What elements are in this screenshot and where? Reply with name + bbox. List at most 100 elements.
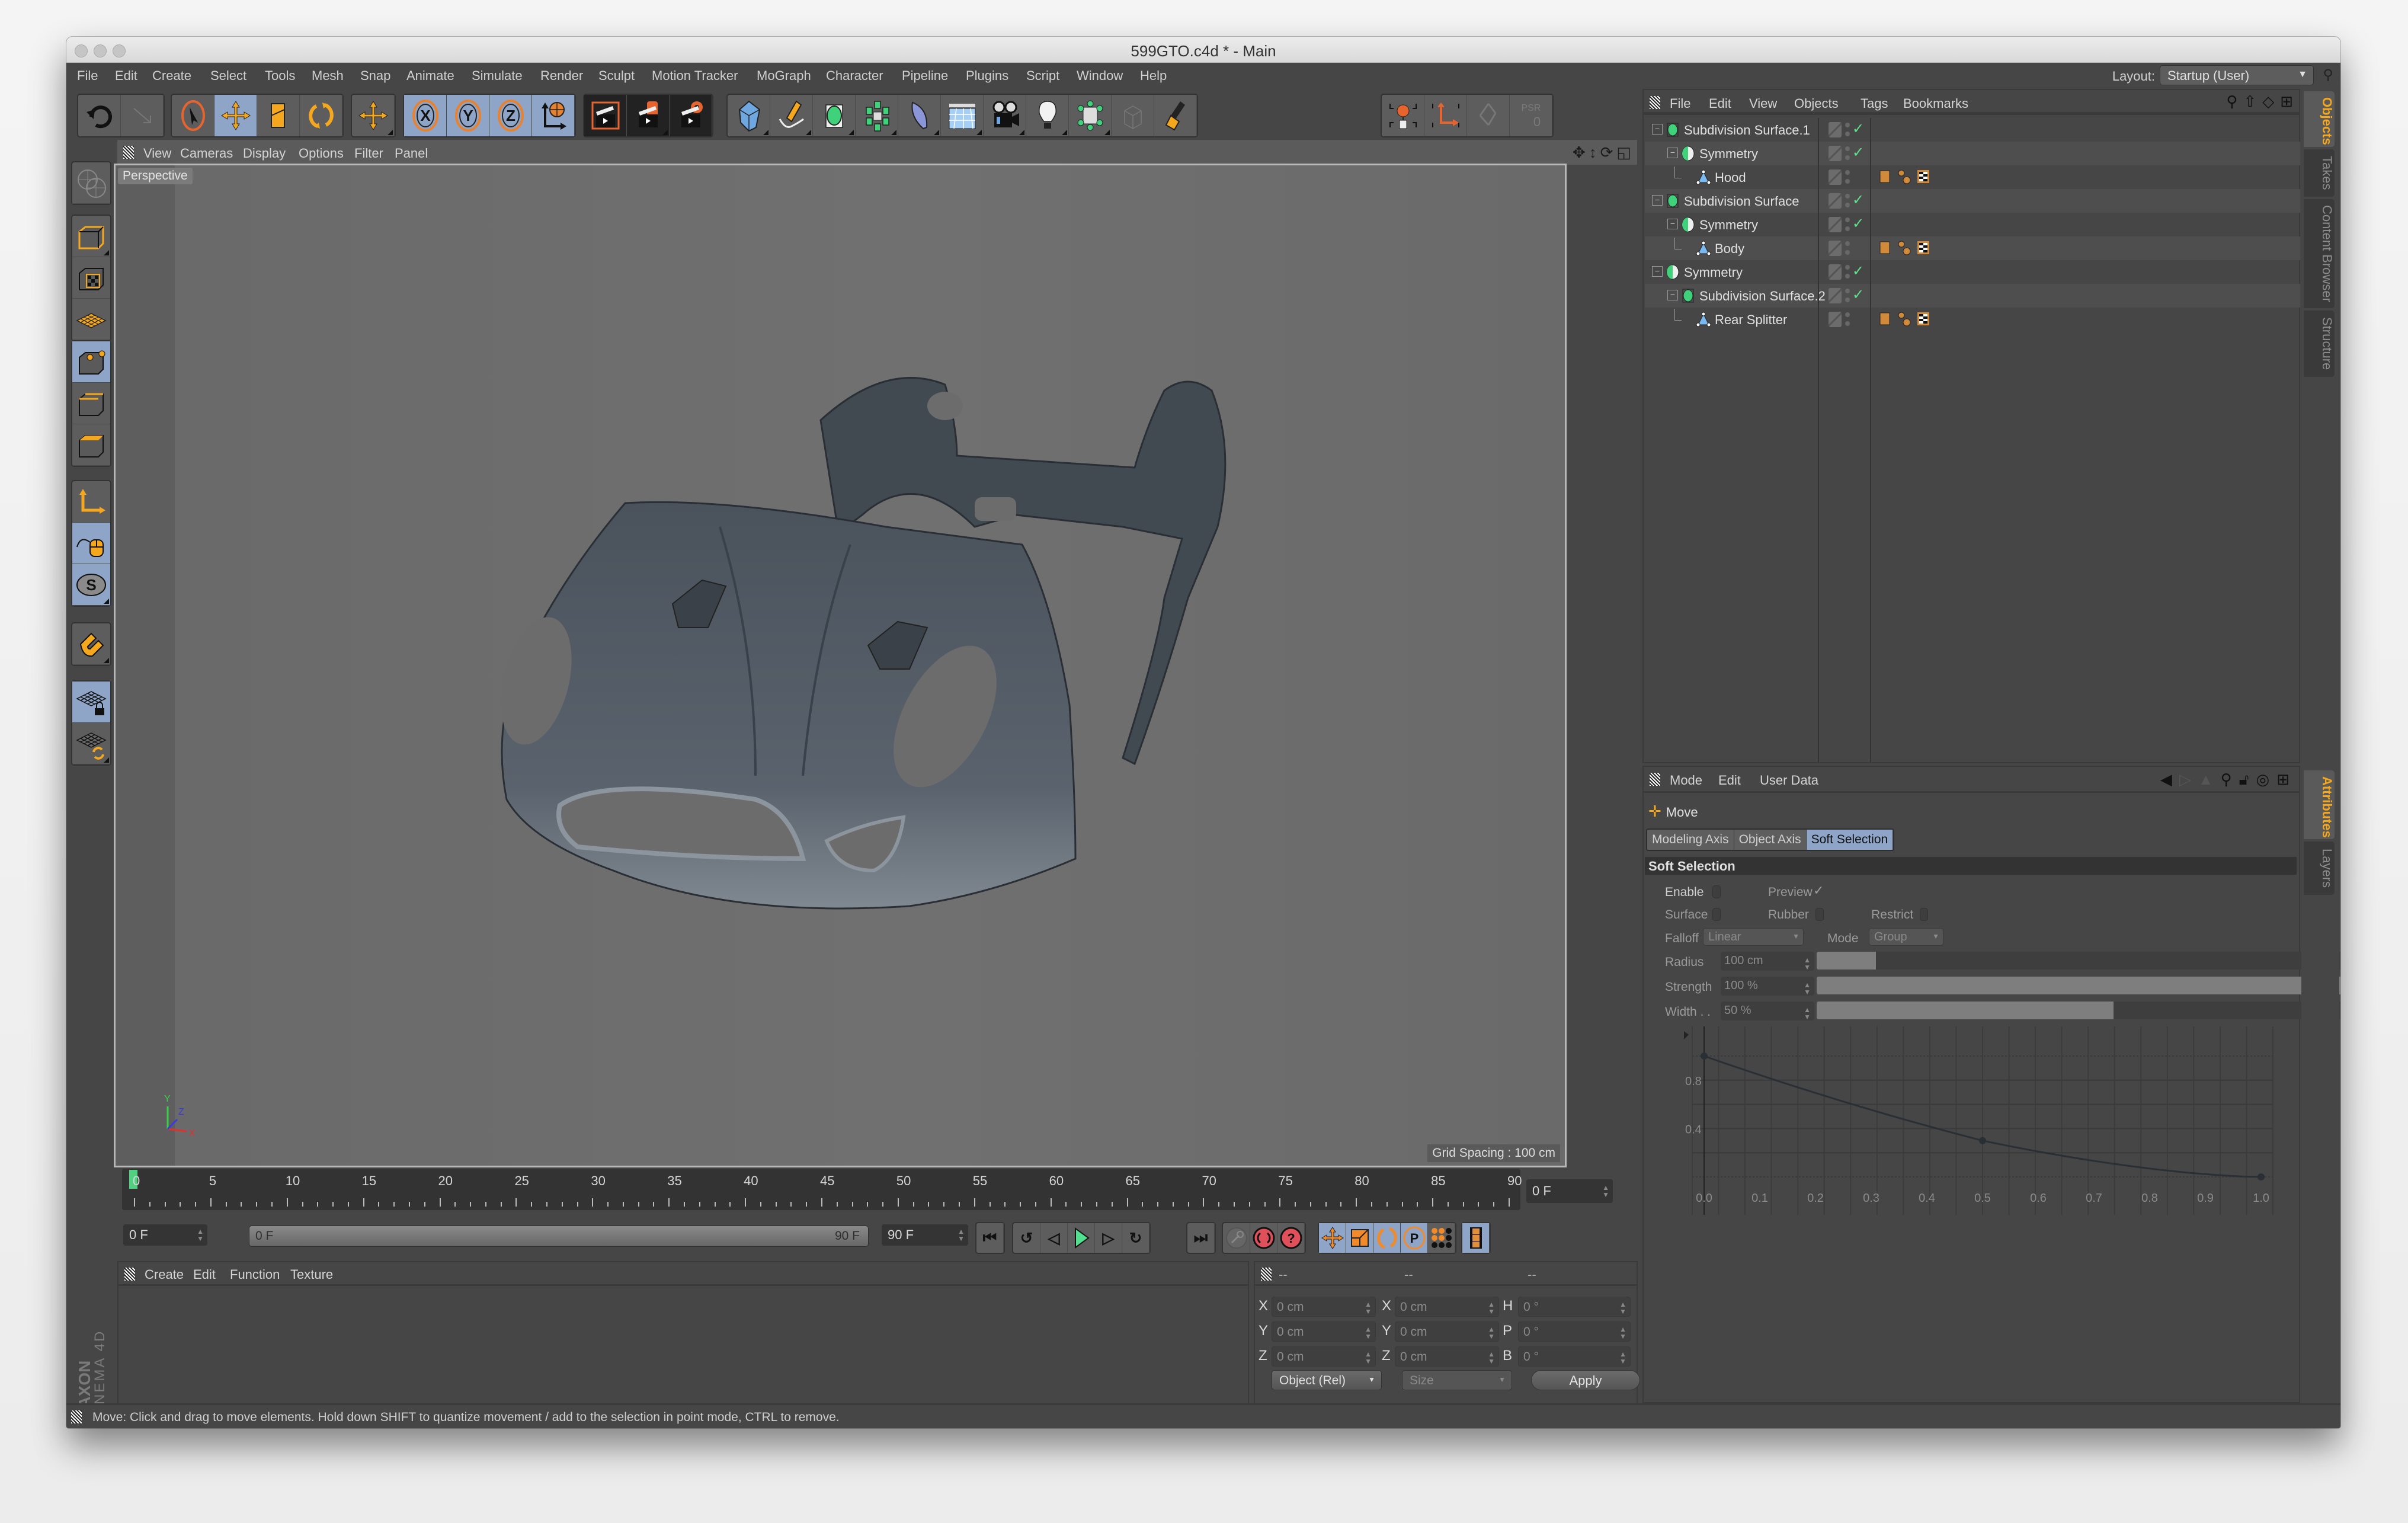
parameter-track-button[interactable]: P <box>1401 1223 1428 1253</box>
object-menu-objects[interactable]: Objects <box>1794 96 1839 111</box>
phong-tag-icon[interactable] <box>1878 311 1893 327</box>
material-menu-create[interactable]: Create <box>145 1267 184 1282</box>
toggle-view-icon[interactable]: ◱ <box>1616 143 1631 161</box>
psr-button[interactable]: PSR 0 <box>1510 95 1552 136</box>
enable-axis-button[interactable] <box>1382 95 1424 136</box>
mograph-button[interactable] <box>1069 95 1112 136</box>
enabled-check-icon[interactable]: ✓ <box>1852 144 1864 161</box>
material-tag-icon[interactable] <box>1916 311 1930 327</box>
cube-button[interactable] <box>728 95 770 136</box>
panel-grip-icon[interactable] <box>123 146 134 159</box>
forward-arrow-icon[interactable]: ▷ <box>2179 770 2191 789</box>
falloff-select[interactable]: Linear ▼ <box>1703 928 1804 946</box>
selection-tag-icon[interactable] <box>1897 239 1911 256</box>
visibility-dots-icon[interactable] <box>1845 287 1850 305</box>
object-name[interactable]: Symmetry <box>1699 146 1758 162</box>
collapse-toggle-icon[interactable]: − <box>1667 290 1678 300</box>
layer-icon[interactable] <box>1829 312 1842 327</box>
visibility-dots-icon[interactable] <box>1845 311 1850 328</box>
tab-soft-selection[interactable]: Soft Selection <box>1806 830 1894 850</box>
light-button[interactable] <box>1026 95 1069 136</box>
new-panel-icon[interactable]: ⊞ <box>2280 92 2293 111</box>
z-axis-lock-button[interactable]: Z <box>489 95 532 136</box>
menu-animate[interactable]: Animate <box>406 68 454 84</box>
pen-button[interactable] <box>770 95 813 136</box>
apply-button[interactable]: Apply <box>1531 1370 1640 1390</box>
visibility-dots-icon[interactable] <box>1845 192 1850 210</box>
restrict-checkbox[interactable] <box>1920 908 1928 921</box>
next-frame-button[interactable]: ▷ <box>1095 1223 1122 1253</box>
width-slider[interactable] <box>1817 1002 2340 1019</box>
material-list-area[interactable] <box>119 1288 1248 1404</box>
object-name[interactable]: Hood <box>1715 170 1746 185</box>
object-name[interactable]: Symmetry <box>1684 265 1743 280</box>
visibility-dots-icon[interactable] <box>1845 216 1850 233</box>
stepper-icon[interactable]: ▲ ▼ <box>1602 1184 1609 1198</box>
viewport-menu-options[interactable]: Options <box>299 146 344 161</box>
coordinate-system-button[interactable] <box>532 95 575 136</box>
rotation-field[interactable]: 0 ° ▲ ▼ <box>1518 1322 1631 1342</box>
object-menu-view[interactable]: View <box>1749 96 1777 111</box>
previous-key-button[interactable]: ↺ <box>1013 1223 1040 1253</box>
strength-slider[interactable] <box>1817 977 2340 994</box>
current-frame-field[interactable]: 0 F ▲ ▼ <box>1526 1179 1613 1203</box>
play-button[interactable] <box>1068 1223 1095 1253</box>
menu-window[interactable]: Window <box>1077 68 1123 84</box>
curve-knot[interactable] <box>1701 1052 1708 1060</box>
point-level-animation-button[interactable] <box>1428 1223 1455 1253</box>
layer-icon[interactable] <box>1829 264 1842 280</box>
layer-icon[interactable] <box>1829 122 1842 137</box>
edges-mode-button[interactable] <box>72 383 110 424</box>
timeline-scheme-button[interactable] <box>1462 1223 1490 1253</box>
mode-select[interactable]: Group ▼ <box>1869 928 1943 946</box>
stepper-icon[interactable]: ▲ ▼ <box>958 1228 965 1242</box>
panel-grip-icon[interactable] <box>1650 773 1660 786</box>
menu-file[interactable]: File <box>77 68 98 84</box>
end-frame-field[interactable]: 90 F ▲ ▼ <box>882 1224 968 1246</box>
position-field[interactable]: 0 cm ▲ ▼ <box>1272 1297 1376 1317</box>
record-key-button[interactable] <box>1223 1223 1250 1253</box>
material-menu-texture[interactable]: Texture <box>290 1267 333 1282</box>
go-to-end-button[interactable]: ⏭ <box>1187 1223 1215 1253</box>
menu-tools[interactable]: Tools <box>265 68 295 84</box>
rotation-field[interactable]: 0 ° ▲ ▼ <box>1518 1297 1631 1317</box>
attribute-menu-edit[interactable]: Edit <box>1718 773 1741 788</box>
render-settings-button[interactable] <box>670 95 712 136</box>
menu-create[interactable]: Create <box>152 68 191 84</box>
stepper-icon[interactable]: ▲ ▼ <box>1804 956 1811 971</box>
menu-character[interactable]: Character <box>826 68 883 84</box>
stepper-icon[interactable]: ▲ ▼ <box>1619 1301 1626 1315</box>
menu-edit[interactable]: Edit <box>115 68 137 84</box>
stepper-icon[interactable]: ▲ ▼ <box>1488 1351 1495 1365</box>
target-icon[interactable]: ◎ <box>2256 770 2270 789</box>
tab-attributes[interactable]: Attributes <box>2304 770 2335 839</box>
new-panel-icon[interactable]: ⊞ <box>2276 770 2289 789</box>
layer-icon[interactable] <box>1829 169 1842 185</box>
menu-snap[interactable]: Snap <box>360 68 390 84</box>
material-menu-function[interactable]: Function <box>230 1267 280 1282</box>
go-to-start-button[interactable]: ⏮ <box>976 1223 1004 1253</box>
phong-tag-icon[interactable] <box>1878 239 1893 256</box>
stepper-icon[interactable]: ▲ ▼ <box>1365 1326 1372 1340</box>
deformer-button[interactable] <box>898 95 941 136</box>
radius-field[interactable]: 100 cm ▲ ▼ <box>1721 952 1814 971</box>
rotate-tool-button[interactable] <box>300 95 342 136</box>
points-mode-button[interactable] <box>72 341 110 383</box>
object-menu-bookmarks[interactable]: Bookmarks <box>1903 96 1968 111</box>
phong-tag-icon[interactable] <box>1878 168 1893 185</box>
menu-mesh[interactable]: Mesh <box>312 68 344 84</box>
enabled-check-icon[interactable]: ✓ <box>1852 191 1864 209</box>
rotate-view-icon[interactable]: ⟳ <box>1600 143 1613 161</box>
object-row[interactable]: Body <box>1645 236 2300 260</box>
visibility-dots-icon[interactable] <box>1845 121 1850 139</box>
generator-button[interactable] <box>1112 95 1154 136</box>
scale-track-button[interactable] <box>1346 1223 1373 1253</box>
tab-modeling-axis[interactable]: Modeling Axis <box>1647 830 1734 850</box>
lock-icon[interactable]: 🔓︎ <box>2239 770 2249 789</box>
texture-mode-button[interactable] <box>72 257 110 299</box>
collapse-toggle-icon[interactable]: − <box>1652 266 1663 277</box>
menu-help[interactable]: Help <box>1140 68 1167 84</box>
size-field[interactable]: 0 cm ▲ ▼ <box>1395 1297 1499 1317</box>
material-tag-icon[interactable] <box>1916 239 1930 256</box>
axis-button[interactable] <box>1424 95 1467 136</box>
